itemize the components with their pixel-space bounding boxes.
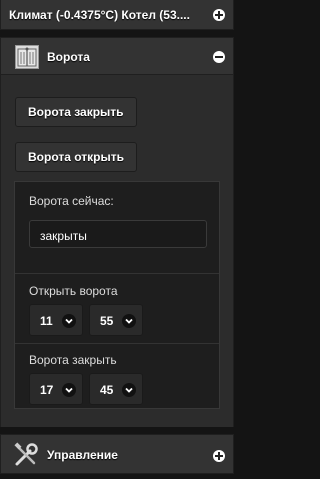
gate-section-header[interactable]: Ворота [0, 37, 234, 75]
gate-open-time-label: Открыть ворота [29, 284, 118, 298]
gate-status-label: Ворота сейчас: [29, 194, 114, 208]
expand-plus-icon[interactable] [213, 9, 225, 21]
gate-close-time-label: Ворота закрыть [29, 353, 117, 367]
gate-status-section: Ворота сейчас: закрыты [15, 182, 219, 273]
gate-close-time-section: Ворота закрыть 17 45 [15, 343, 219, 409]
tools-icon [13, 442, 39, 468]
close-hour-value: 17 [40, 383, 54, 397]
gate-status-field: закрыты [29, 220, 207, 248]
open-hour-value: 11 [40, 314, 53, 328]
climate-section-title: Климат (-0.4375°C) Котел (53.... [9, 8, 190, 22]
gate-icon [15, 45, 39, 69]
close-minute-select[interactable]: 45 [89, 373, 143, 405]
chevron-down-icon [62, 314, 76, 328]
open-minute-select[interactable]: 55 [89, 304, 143, 336]
gate-close-button[interactable]: Ворота закрыть [15, 97, 137, 127]
gate-open-button[interactable]: Ворота открыть [15, 142, 137, 172]
expand-plus-icon[interactable] [213, 450, 225, 462]
gate-section-title: Ворота [47, 50, 90, 64]
chevron-down-icon [122, 383, 136, 397]
close-minute-value: 45 [100, 383, 114, 397]
open-hour-select[interactable]: 11 [29, 304, 83, 336]
control-section-header[interactable]: Управление [0, 434, 234, 474]
gate-open-time-section: Открыть ворота 11 55 [15, 273, 219, 343]
collapse-minus-icon[interactable] [213, 51, 225, 63]
control-section-title: Управление [47, 448, 118, 462]
open-minute-value: 55 [100, 314, 114, 328]
close-hour-select[interactable]: 17 [29, 373, 83, 405]
climate-section-header[interactable]: Климат (-0.4375°C) Котел (53.... [0, 0, 234, 30]
chevron-down-icon [62, 383, 76, 397]
chevron-down-icon [122, 314, 136, 328]
gate-details-panel: Ворота сейчас: закрыты Открыть ворота 11… [14, 181, 220, 409]
